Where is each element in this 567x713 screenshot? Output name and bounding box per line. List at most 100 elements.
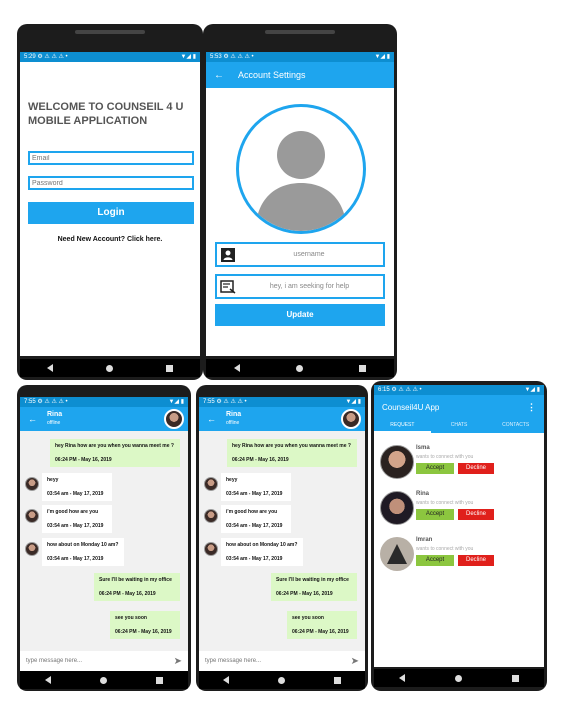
phone-chat-1: 7:55 ⚙ ⚠ ⚠ ⚠ • ▼◢ ▮ ← Rina offline hey R…: [17, 385, 191, 691]
status-field[interactable]: hey, i am seeking for help: [215, 274, 385, 299]
decline-button[interactable]: Decline: [458, 509, 494, 520]
password-field[interactable]: [28, 176, 194, 190]
request-item: Imran wants to connect with you Accept D…: [380, 537, 540, 573]
overflow-menu-icon[interactable]: ⋮: [527, 402, 536, 413]
welcome-heading: WELCOME TO COUNSEIL 4 U MOBILE APPLICATI…: [28, 101, 184, 127]
phone-login: 5:29 ⚙ ⚠ ⚠ ⚠ • ▼◢ ▮ WELCOME TO COUNSEIL …: [17, 24, 203, 380]
message-received: heyy 03:54 am - May 17, 2019: [42, 473, 112, 501]
home-nav-icon[interactable]: [277, 676, 285, 684]
message-text: see you soon: [292, 615, 324, 621]
recents-nav-icon[interactable]: [333, 676, 341, 684]
message-received: how about on Monday 10 am? 03:54 am - Ma…: [42, 538, 124, 566]
signup-link[interactable]: Need New Account? Click here.: [20, 236, 200, 243]
contact-avatar[interactable]: [164, 409, 184, 429]
status-icons: ⚙ ⚠ ⚠ ⚠ •: [37, 54, 68, 60]
request-item: Rina wants to connect with you Accept De…: [380, 491, 540, 527]
nav-bar: [20, 359, 200, 377]
status-bar: 5:29 ⚙ ⚠ ⚠ ⚠ • ▼◢ ▮: [20, 52, 200, 62]
status-icons: ⚙ ⚠ ⚠ ⚠ •: [216, 399, 247, 405]
message-composer: ➤: [20, 651, 188, 671]
back-nav-icon[interactable]: [223, 676, 230, 684]
contact-name: Rina: [226, 411, 242, 418]
recents-nav-icon[interactable]: [156, 676, 164, 684]
message-time: 03:54 am - May 17, 2019: [47, 491, 104, 497]
tab-chats[interactable]: CHATS: [431, 419, 488, 433]
phone-requests: 6:15 ⚙ ⚠ ⚠ ⚠ • ▼◢ ▮ Counseil4U App ⋮ REQ…: [371, 381, 547, 691]
contact-name: Rina: [47, 411, 63, 418]
requester-avatar: [380, 491, 414, 525]
recents-nav-icon[interactable]: [166, 364, 174, 372]
message-received: how about on Monday 10 am? 03:54 am - Ma…: [221, 538, 303, 566]
send-icon[interactable]: ➤: [351, 656, 359, 667]
back-arrow-icon[interactable]: ←: [214, 70, 224, 81]
accept-button[interactable]: Accept: [416, 463, 454, 474]
contact-card-icon: [221, 247, 235, 262]
tab-bar: REQUEST CHATS CONTACTS: [374, 419, 544, 433]
profile-photo[interactable]: [236, 104, 366, 234]
status-right-icons: ▼◢ ▮: [524, 387, 540, 393]
send-icon[interactable]: ➤: [174, 656, 182, 667]
back-nav-icon[interactable]: [46, 364, 53, 372]
contact-avatar[interactable]: [341, 409, 361, 429]
back-nav-icon[interactable]: [399, 674, 405, 682]
message-text: hey Rina how are you when you wanna meet…: [232, 443, 351, 449]
account-screen: 5:53 ⚙ ⚠ ⚠ ⚠ • ▼◢ ▮ ← Account Settings u…: [206, 52, 394, 356]
back-nav-icon[interactable]: [44, 676, 51, 684]
message-sent: hey Rina how are you when you wanna meet…: [227, 439, 357, 467]
update-button[interactable]: Update: [215, 304, 385, 326]
contact-status: offline: [226, 420, 240, 426]
email-field[interactable]: [28, 151, 194, 165]
message-time: 06:24 PM - May 16, 2019: [55, 457, 112, 463]
home-nav-icon[interactable]: [296, 364, 303, 372]
recents-nav-icon[interactable]: [512, 674, 519, 682]
username-field[interactable]: username: [215, 242, 385, 267]
speaker: [265, 30, 335, 34]
sender-avatar: [25, 542, 39, 556]
decline-button[interactable]: Decline: [458, 463, 494, 474]
recents-nav-icon[interactable]: [359, 364, 366, 372]
back-nav-icon[interactable]: [234, 364, 240, 372]
message-received: i'm good how are you 03:54 am - May 17, …: [42, 505, 112, 533]
status-time: 6:15: [378, 387, 390, 393]
message-text: how about on Monday 10 am?: [226, 542, 298, 548]
tab-request[interactable]: REQUEST: [374, 419, 431, 433]
app-bar: Counseil4U App ⋮: [374, 395, 544, 419]
message-sent: hey Rina how are you when you wanna meet…: [50, 439, 180, 467]
status-icons: ⚙ ⚠ ⚠ ⚠ •: [37, 399, 68, 405]
nav-bar: [20, 671, 188, 689]
accept-button[interactable]: Accept: [416, 509, 454, 520]
message-time: 06:24 PM - May 16, 2019: [115, 629, 172, 635]
message-sent: see you soon 06:24 PM - May 16, 2019: [287, 611, 357, 639]
sender-avatar: [204, 509, 218, 523]
status-bar: 6:15 ⚙ ⚠ ⚠ ⚠ • ▼◢ ▮: [374, 385, 544, 395]
message-text: Sure I'll be waiting in my office: [276, 577, 349, 583]
accept-button[interactable]: Accept: [416, 555, 454, 566]
message-input[interactable]: [205, 658, 351, 664]
request-item: Isma wants to connect with you Accept De…: [380, 445, 540, 481]
back-arrow-icon[interactable]: ←: [28, 414, 37, 424]
nav-bar: [206, 359, 394, 377]
decline-button[interactable]: Decline: [458, 555, 494, 566]
tab-contacts[interactable]: CONTACTS: [487, 419, 544, 433]
home-nav-icon[interactable]: [455, 674, 462, 682]
requester-avatar: [380, 537, 414, 571]
status-icons: ⚙ ⚠ ⚠ ⚠ •: [391, 387, 422, 393]
message-time: 03:54 am - May 17, 2019: [226, 556, 283, 562]
home-nav-icon[interactable]: [105, 364, 113, 372]
home-nav-icon[interactable]: [99, 676, 107, 684]
sender-avatar: [204, 542, 218, 556]
back-arrow-icon[interactable]: ←: [207, 414, 216, 424]
message-time: 03:54 am - May 17, 2019: [226, 523, 283, 529]
message-sent: Sure I'll be waiting in my office 06:24 …: [94, 573, 180, 601]
message-text: heyy: [226, 477, 238, 483]
logo-icon: [387, 544, 407, 564]
nav-bar: [374, 669, 544, 687]
sender-avatar: [25, 477, 39, 491]
status-bar: 7:55 ⚙ ⚠ ⚠ ⚠ • ▼◢ ▮: [20, 397, 188, 407]
login-button[interactable]: Login: [28, 202, 194, 224]
nav-bar: [199, 671, 365, 689]
message-received: i'm good how are you 03:54 am - May 17, …: [221, 505, 291, 533]
request-subtitle: wants to connect with you: [416, 500, 474, 506]
message-sent: Sure I'll be waiting in my office 06:24 …: [271, 573, 357, 601]
message-input[interactable]: [26, 658, 174, 664]
